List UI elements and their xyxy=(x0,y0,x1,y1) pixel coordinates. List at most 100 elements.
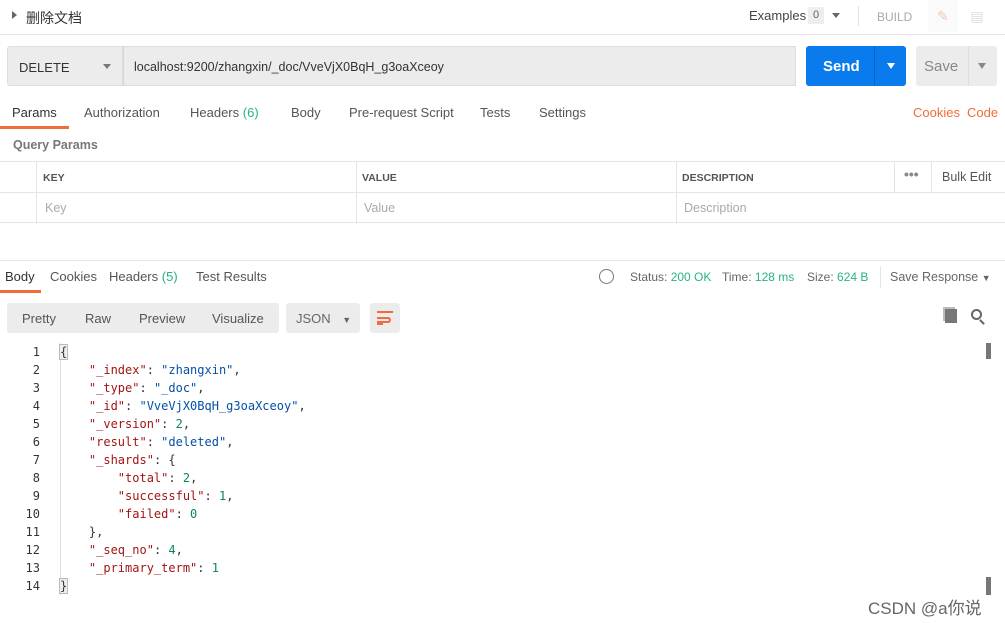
code-line: 11 }, xyxy=(0,523,985,541)
scrollbar-thumb[interactable] xyxy=(986,343,991,359)
value-input[interactable]: Value xyxy=(364,201,395,215)
examples-count: 0 xyxy=(808,7,824,24)
code-line: 10 "failed": 0 xyxy=(0,505,985,523)
active-tab-indicator xyxy=(0,290,41,293)
code-token: , xyxy=(226,435,234,449)
response-body-editor[interactable]: 1{2 "_index": "zhangxin", 3 "_type": "_do… xyxy=(0,343,985,595)
code-token: "_id" xyxy=(88,399,126,413)
code-line: 9 "successful": 1, xyxy=(0,487,985,505)
view-mode-group: Pretty Raw Preview Visualize xyxy=(7,303,279,333)
copy-icon[interactable] xyxy=(945,309,957,323)
size-label: Size: xyxy=(807,270,834,284)
save-dropdown-icon[interactable] xyxy=(978,63,986,69)
wrap-lines-button[interactable] xyxy=(370,303,400,333)
tab-authorization[interactable]: Authorization xyxy=(84,105,160,120)
tab-body[interactable]: Body xyxy=(291,105,321,120)
format-select[interactable]: JSON ▼ xyxy=(286,303,360,333)
code-line: 3 "_type": "_doc", xyxy=(0,379,985,397)
code-token: : xyxy=(146,435,162,449)
view-visualize[interactable]: Visualize xyxy=(212,311,264,326)
tab-pre-request-script[interactable]: Pre-request Script xyxy=(349,105,454,120)
request-name[interactable]: 删除文档 xyxy=(26,8,82,28)
response-tab-test-results[interactable]: Test Results xyxy=(196,269,267,284)
save-response-button[interactable]: Save Response ▼ xyxy=(890,270,991,284)
save-button[interactable]: Save xyxy=(916,46,997,86)
time-value: 128 ms xyxy=(754,270,795,284)
tab-tests[interactable]: Tests xyxy=(480,105,510,120)
more-options-icon[interactable]: ••• xyxy=(904,166,919,182)
format-value: JSON xyxy=(296,311,331,326)
time: Time: 128 ms xyxy=(722,270,794,284)
send-label: Send xyxy=(823,58,860,75)
code-token: } xyxy=(58,578,69,594)
pencil-icon[interactable]: ✎ xyxy=(928,0,958,32)
code-token: 0 xyxy=(190,507,198,521)
headers-count: (5) xyxy=(161,269,178,284)
send-button[interactable]: Send xyxy=(806,46,906,86)
code-token: "failed" xyxy=(117,507,176,521)
caret-down-icon: ▼ xyxy=(981,273,991,283)
code-text: "result": "deleted", xyxy=(60,433,234,451)
code-token: , xyxy=(182,417,191,431)
code-token: }, xyxy=(60,525,104,539)
expand-caret-icon[interactable] xyxy=(12,11,17,19)
tab-headers[interactable]: Headers (6) xyxy=(190,105,259,120)
tab-label: Headers xyxy=(190,105,240,120)
url-input[interactable]: localhost:9200/zhangxin/_doc/VveVjX0BqH_… xyxy=(123,46,796,86)
code-text: "_type": "_doc", xyxy=(60,379,205,397)
code-token: : xyxy=(175,507,191,521)
code-link[interactable]: Code xyxy=(967,105,998,120)
save-label: Save xyxy=(924,58,959,75)
code-token: "_primary_term" xyxy=(88,561,198,575)
tab-params[interactable]: Params xyxy=(12,105,57,120)
code-line: 6 "result": "deleted", xyxy=(0,433,985,451)
query-params-title: Query Params xyxy=(13,138,98,152)
response-tab-headers[interactable]: Headers (5) xyxy=(109,269,178,284)
code-text: "_seq_no": 4, xyxy=(60,541,183,559)
tab-settings[interactable]: Settings xyxy=(539,105,586,120)
key-input[interactable]: Key xyxy=(45,201,67,215)
code-token: : xyxy=(125,399,140,413)
code-token: "deleted" xyxy=(161,435,227,449)
globe-icon[interactable] xyxy=(599,269,614,284)
line-number: 11 xyxy=(25,525,40,539)
code-token: : xyxy=(153,543,169,557)
code-token: "_seq_no" xyxy=(88,543,154,557)
code-text: "failed": 0 xyxy=(60,505,197,523)
code-token: { xyxy=(58,344,69,360)
build-label[interactable]: BUILD xyxy=(877,10,912,24)
code-token: , xyxy=(190,471,198,485)
status-value: 200 OK xyxy=(670,270,712,284)
line-number: 9 xyxy=(32,489,40,503)
description-input[interactable]: Description xyxy=(684,201,747,215)
line-number: 10 xyxy=(25,507,40,521)
code-token: 2 xyxy=(182,471,191,485)
code-line: 12 "_seq_no": 4, xyxy=(0,541,985,559)
view-pretty[interactable]: Pretty xyxy=(22,311,56,326)
scrollbar-thumb[interactable] xyxy=(986,577,991,595)
bulk-edit-link[interactable]: Bulk Edit xyxy=(942,170,991,184)
examples-button[interactable]: Examples xyxy=(749,8,806,23)
response-tab-body[interactable]: Body xyxy=(5,269,35,284)
active-tab-indicator xyxy=(0,126,69,129)
code-token: : xyxy=(146,363,162,377)
cookies-link[interactable]: Cookies xyxy=(913,105,960,120)
response-tab-cookies[interactable]: Cookies xyxy=(50,269,97,284)
column-key: KEY xyxy=(43,172,65,184)
status-label: Status: xyxy=(630,270,668,284)
view-preview[interactable]: Preview xyxy=(139,311,185,326)
code-text: "_index": "zhangxin", xyxy=(60,361,241,379)
code-token: "successful" xyxy=(117,489,205,503)
view-raw[interactable]: Raw xyxy=(85,311,111,326)
comment-icon[interactable]: ▤ xyxy=(962,0,992,32)
send-dropdown-icon[interactable] xyxy=(887,63,895,69)
examples-dropdown-icon[interactable] xyxy=(832,13,840,18)
line-number: 4 xyxy=(32,399,40,413)
time-label: Time: xyxy=(722,270,752,284)
